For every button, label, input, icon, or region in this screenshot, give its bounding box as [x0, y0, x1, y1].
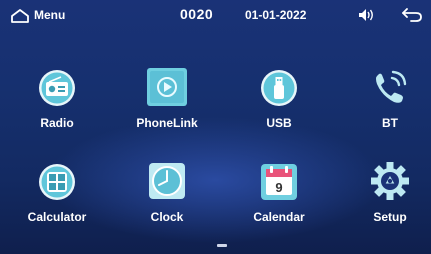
app-usb[interactable]: USB: [234, 66, 324, 142]
usb-icon: [257, 66, 301, 110]
app-label: USB: [266, 116, 292, 130]
phonelink-icon: [145, 66, 189, 110]
app-calculator[interactable]: Calculator: [12, 160, 102, 236]
radio-icon: [35, 66, 79, 110]
app-setup[interactable]: Setup: [345, 160, 431, 236]
bluetooth-phone-icon: [368, 66, 412, 110]
calendar-icon: 9: [257, 160, 301, 204]
app-label: Radio: [40, 116, 74, 130]
app-label: Calendar: [253, 210, 305, 224]
app-label: Clock: [150, 210, 184, 224]
app-label: PhoneLink: [136, 116, 198, 130]
app-label: BT: [382, 116, 398, 130]
app-clock[interactable]: Clock: [122, 160, 212, 236]
app-phonelink[interactable]: PhoneLink: [122, 66, 212, 142]
calculator-icon: [35, 160, 79, 204]
app-radio[interactable]: Radio: [12, 66, 102, 142]
app-label: Calculator: [27, 210, 87, 224]
app-calendar[interactable]: 9 Calendar: [234, 160, 324, 236]
clock-icon: [145, 160, 189, 204]
page-indicator: [217, 244, 227, 247]
app-label: Setup: [373, 210, 407, 224]
main-menu-screen: Menu 0020 01-01-2022 Radio PhoneLink USB…: [0, 0, 431, 254]
app-bt[interactable]: BT: [345, 66, 431, 142]
app-grid: Radio PhoneLink USB BT Calculator Clock …: [0, 0, 431, 254]
calendar-day: 9: [275, 180, 282, 195]
gear-icon: [368, 160, 412, 204]
